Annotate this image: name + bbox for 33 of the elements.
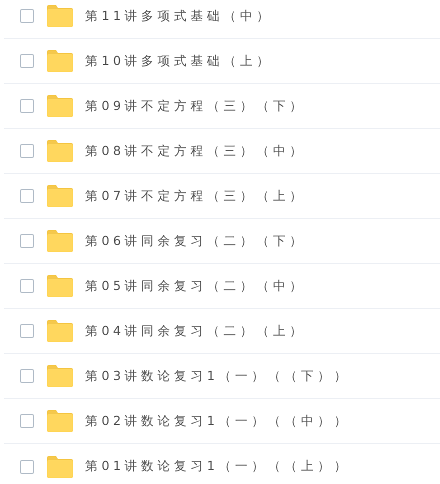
checkbox[interactable] xyxy=(20,99,34,113)
file-name[interactable]: 第07讲不定方程（三）（上） xyxy=(85,186,306,206)
folder-icon xyxy=(47,140,73,162)
file-name[interactable]: 第02讲数论复习1（一）（（中）） xyxy=(85,412,350,430)
file-name[interactable]: 第09讲不定方程（三）（下） xyxy=(85,96,306,116)
folder-icon xyxy=(47,320,73,342)
file-name[interactable]: 第08讲不定方程（三）（中） xyxy=(85,142,306,160)
folder-icon xyxy=(47,456,73,478)
checkbox[interactable] xyxy=(20,144,34,158)
file-name[interactable]: 第04讲同余复习（二）（上） xyxy=(85,322,306,340)
folder-icon xyxy=(47,5,73,27)
checkbox[interactable] xyxy=(20,460,34,474)
file-name[interactable]: 第06讲同余复习（二）（下） xyxy=(85,232,306,250)
checkbox[interactable] xyxy=(20,279,34,293)
checkbox[interactable] xyxy=(20,414,34,428)
file-name[interactable]: 第11讲多项式基础（中） xyxy=(85,6,273,26)
checkbox[interactable] xyxy=(20,324,34,338)
checkbox[interactable] xyxy=(20,234,34,248)
checkbox[interactable] xyxy=(20,54,34,68)
file-name[interactable]: 第05讲同余复习（二）（中） xyxy=(85,276,306,296)
checkbox[interactable] xyxy=(20,189,34,203)
checkbox[interactable] xyxy=(20,369,34,383)
file-name[interactable]: 第03讲数论复习1（一）（（下）） xyxy=(85,366,350,386)
checkbox[interactable] xyxy=(20,9,34,23)
folder-icon xyxy=(47,95,73,117)
folder-icon xyxy=(47,230,73,252)
folder-icon xyxy=(47,365,73,387)
folder-icon xyxy=(47,185,73,207)
folder-icon xyxy=(47,275,73,297)
file-name[interactable]: 第10讲多项式基础（上） xyxy=(85,52,273,70)
file-name[interactable]: 第01讲数论复习1（一）（（上）） xyxy=(85,457,350,476)
folder-icon xyxy=(47,50,73,72)
folder-icon xyxy=(47,410,73,432)
